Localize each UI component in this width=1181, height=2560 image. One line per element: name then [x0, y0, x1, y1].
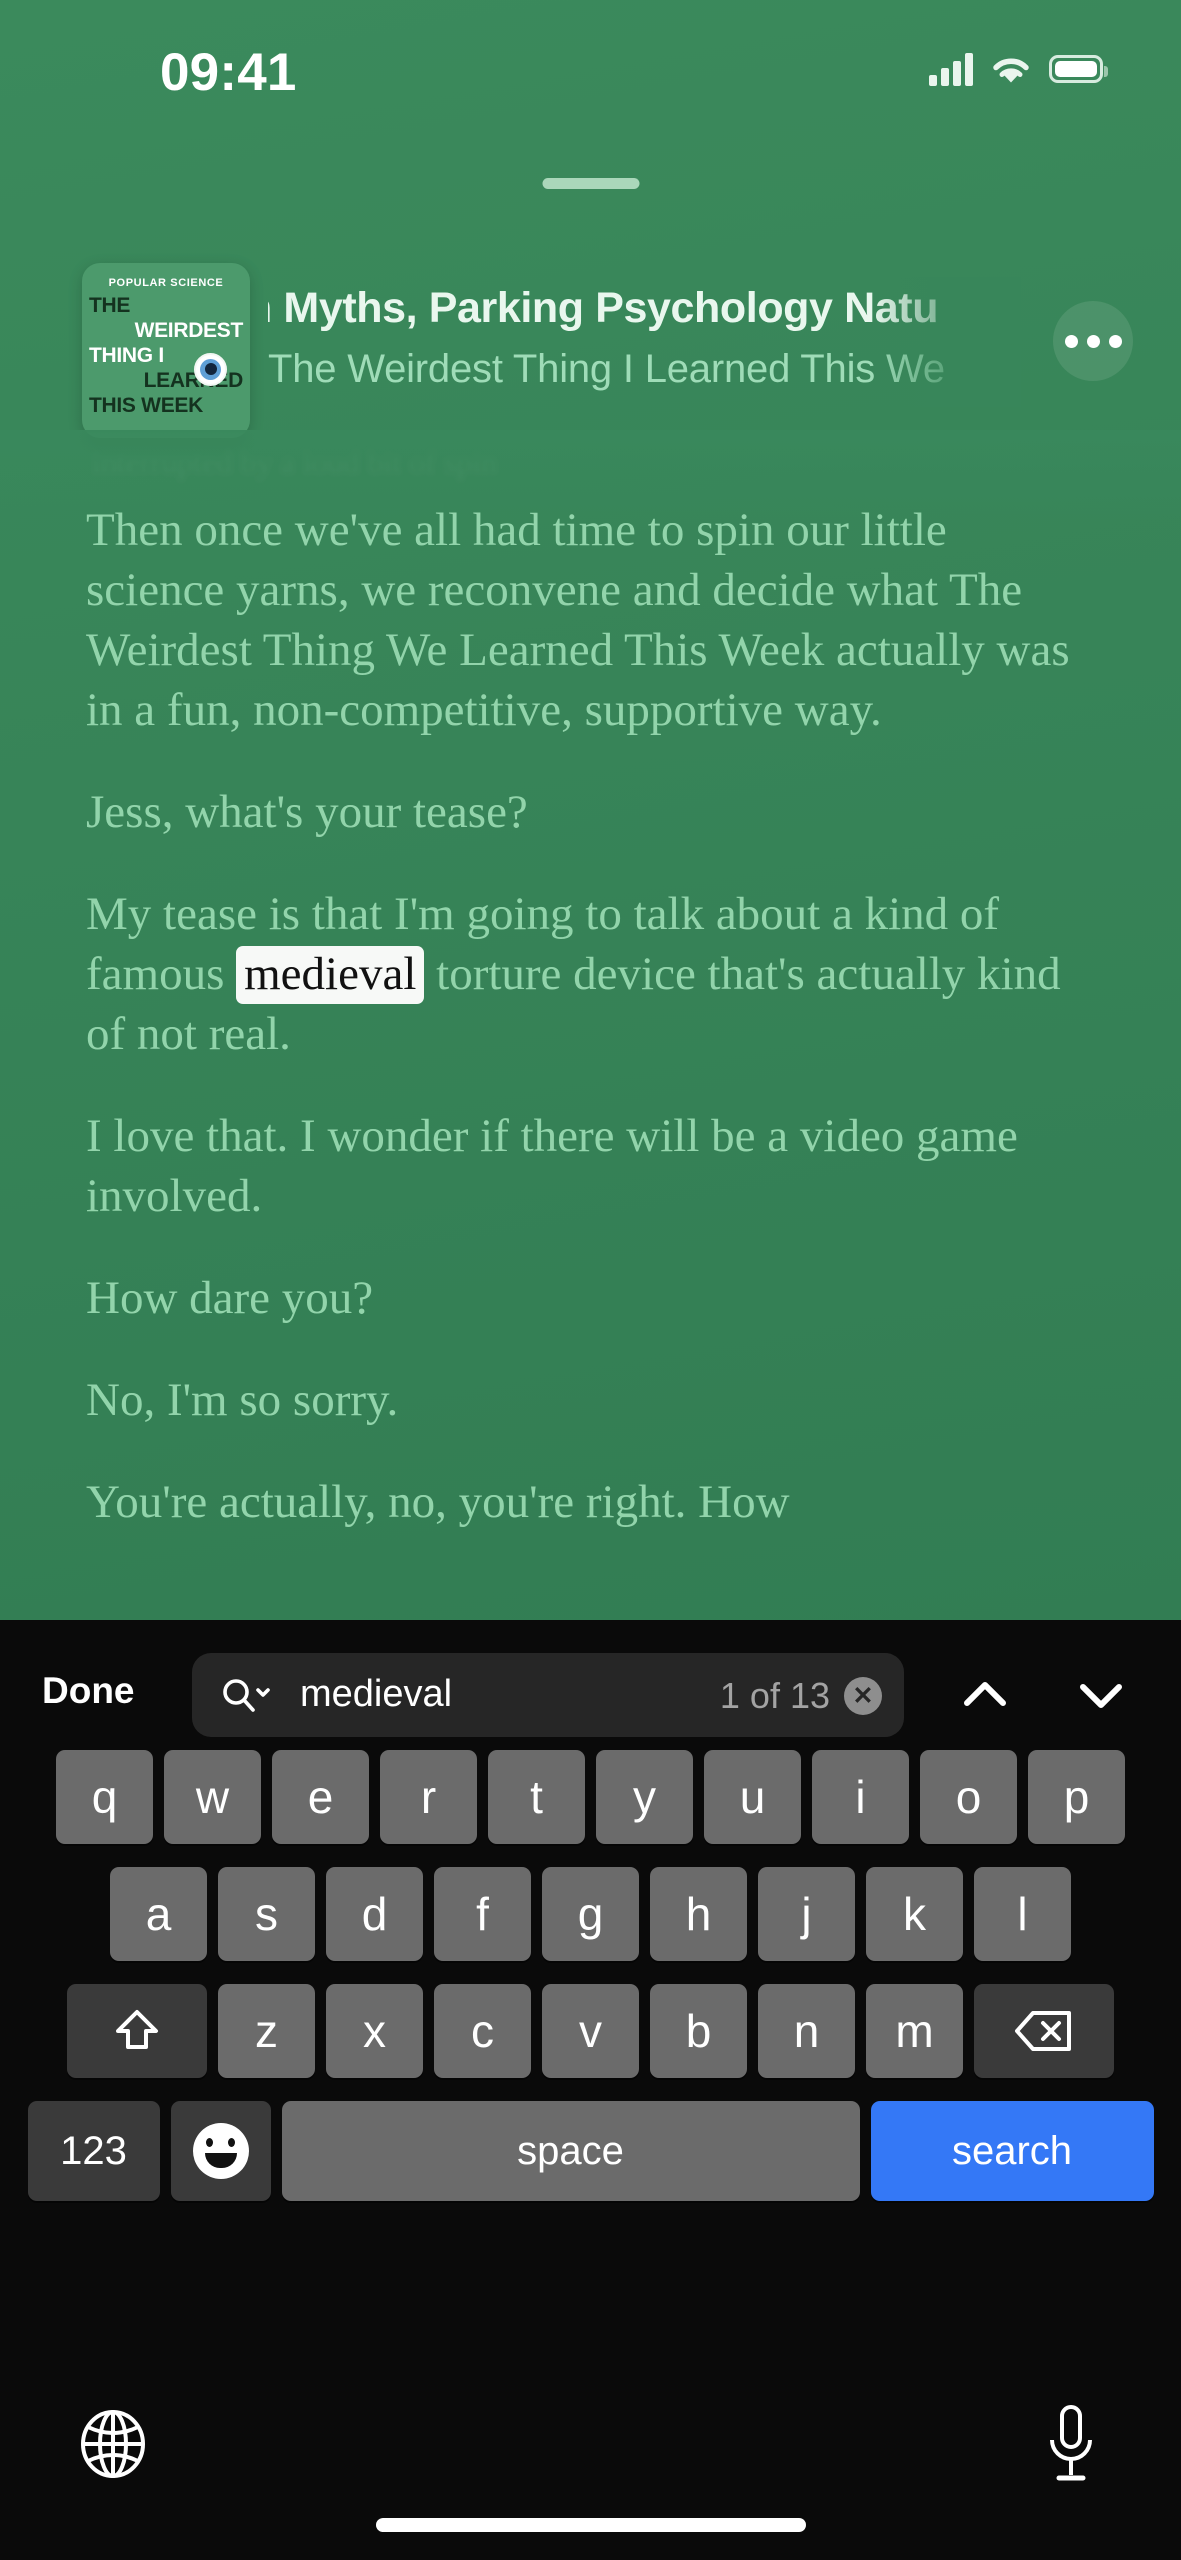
transcript-paragraph[interactable]: I love that. I wonder if there will be a…: [86, 1106, 1095, 1226]
search-field[interactable]: medieval 1 of 13 ✕: [192, 1653, 904, 1737]
key-p[interactable]: p: [1028, 1750, 1125, 1844]
status-bar-icons: [929, 52, 1108, 86]
transcript-body[interactable]: Then once we've all had time to spin our…: [0, 500, 1181, 1620]
transcript-text: Jess, what's your tease?: [86, 786, 528, 838]
keyboard-row-3: zxcvbnm: [0, 1984, 1181, 2078]
search-magnifier-chevron-icon[interactable]: [220, 1676, 272, 1716]
globe-language-icon[interactable]: [75, 2406, 151, 2482]
find-bar: Done medieval 1 of 13 ✕: [0, 1640, 1181, 1750]
key-d[interactable]: d: [326, 1867, 423, 1961]
transcript-text: No, I'm so sorry.: [86, 1374, 399, 1426]
key-u[interactable]: u: [704, 1750, 801, 1844]
key-m[interactable]: m: [866, 1984, 963, 2078]
key-l[interactable]: l: [974, 1867, 1071, 1961]
search-highlight: medieval: [236, 946, 425, 1004]
onscreen-keyboard: qwertyuiop asdfghjkl zxcvbnm 123 space s…: [0, 1750, 1181, 2224]
transcript-text: You're actually, no, you're right. How: [86, 1476, 790, 1528]
search-input[interactable]: medieval: [300, 1673, 452, 1716]
key-v[interactable]: v: [542, 1984, 639, 2078]
key-f[interactable]: f: [434, 1867, 531, 1961]
emoji-smiley-icon[interactable]: [170, 2101, 271, 2201]
key-h[interactable]: h: [650, 1867, 747, 1961]
key-t[interactable]: t: [488, 1750, 585, 1844]
key-r[interactable]: r: [380, 1750, 477, 1844]
faded-transcript-line: interrupted by a loud bit of spin: [92, 444, 498, 480]
key-a[interactable]: a: [110, 1867, 207, 1961]
key-i[interactable]: i: [812, 1750, 909, 1844]
keyboard-row-1: qwertyuiop: [0, 1750, 1181, 1844]
key-n[interactable]: n: [758, 1984, 855, 2078]
artwork-line-5: THIS WEEK: [89, 394, 203, 417]
delete-key[interactable]: [974, 1984, 1114, 2078]
key-z[interactable]: z: [218, 1984, 315, 2078]
numbers-key[interactable]: 123: [27, 2101, 160, 2201]
status-bar-clock: 09:41: [160, 43, 297, 102]
more-options-button[interactable]: [1053, 301, 1133, 381]
key-y[interactable]: y: [596, 1750, 693, 1844]
keyboard-region: Done medieval 1 of 13 ✕ q w e r t y u i …: [0, 1620, 1181, 2560]
more-dot-3: [1108, 334, 1122, 348]
key-s[interactable]: s: [218, 1867, 315, 1961]
keyboard-row-4: 123 space search: [0, 2101, 1181, 2201]
match-count-label: 1 of 13: [719, 1675, 830, 1716]
artwork-brand: POPULAR SCIENCE: [108, 277, 224, 289]
battery-icon: [1049, 55, 1108, 83]
status-bar: 09:41: [0, 0, 1181, 130]
key-o[interactable]: o: [920, 1750, 1017, 1844]
emoji-face: [192, 2123, 249, 2179]
key-k[interactable]: k: [866, 1867, 963, 1961]
artwork-line-1: THE: [89, 294, 131, 317]
podcast-text-block: n Myths, Parking Psychology Natu E The W…: [268, 277, 1021, 427]
home-indicator[interactable]: [375, 2518, 806, 2532]
transcript-paragraph[interactable]: No, I'm so sorry.: [86, 1370, 1095, 1430]
next-match-button[interactable]: [1064, 1658, 1138, 1732]
phone-screen: 09:41 POPULAR SCIENCE THE WEIRDEST THING…: [0, 0, 1181, 2560]
clear-x-icon[interactable]: ✕: [844, 1677, 882, 1715]
key-e[interactable]: e: [272, 1750, 369, 1844]
keyboard-bottom-bar: [0, 2380, 1181, 2560]
episode-title-row: n Myths, Parking Psychology Natu E: [268, 277, 1021, 343]
key-q[interactable]: q: [56, 1750, 153, 1844]
key-g[interactable]: g: [542, 1867, 639, 1961]
space-key[interactable]: space: [281, 2101, 860, 2201]
transcript-text: Then once we've all had time to spin our…: [86, 504, 1070, 736]
signal-bars-icon: [929, 52, 973, 86]
more-dot-1: [1064, 334, 1078, 348]
key-b[interactable]: b: [650, 1984, 747, 2078]
podcast-header: POPULAR SCIENCE THE WEIRDEST THING I LEA…: [0, 255, 1181, 445]
done-button[interactable]: Done: [42, 1670, 135, 1712]
key-w[interactable]: w: [164, 1750, 261, 1844]
transcript-text: I love that. I wonder if there will be a…: [86, 1110, 1018, 1222]
microphone-dictation-icon[interactable]: [1041, 2402, 1101, 2486]
eyeball-icon: [194, 353, 227, 386]
key-j[interactable]: j: [758, 1867, 855, 1961]
search-return-key[interactable]: search: [870, 2101, 1154, 2201]
episode-title: n Myths, Parking Psychology Natu: [268, 284, 939, 332]
show-title: The Weirdest Thing I Learned This We: [268, 347, 945, 391]
previous-match-button[interactable]: [948, 1658, 1022, 1732]
key-c[interactable]: c: [434, 1984, 531, 2078]
transcript-text: How dare you?: [86, 1272, 374, 1324]
artwork-line-2: WEIRDEST: [134, 319, 244, 342]
transcript-paragraph[interactable]: How dare you?: [86, 1268, 1095, 1328]
wifi-icon: [989, 52, 1033, 86]
transcript-paragraph[interactable]: Then once we've all had time to spin our…: [86, 500, 1095, 740]
key-x[interactable]: x: [326, 1984, 423, 2078]
podcast-artwork[interactable]: POPULAR SCIENCE THE WEIRDEST THING I LEA…: [82, 263, 250, 438]
transcript-paragraph[interactable]: You're actually, no, you're right. How: [86, 1472, 1095, 1532]
sheet-grabber[interactable]: [542, 178, 639, 189]
shift-key[interactable]: [67, 1984, 207, 2078]
transcript-paragraph[interactable]: My tease is that I'm going to talk about…: [86, 884, 1095, 1064]
transcript-paragraph[interactable]: Jess, what's your tease?: [86, 782, 1095, 842]
transcript-sheet: 09:41 POPULAR SCIENCE THE WEIRDEST THING…: [0, 0, 1181, 1620]
keyboard-row-2: asdfghjkl: [0, 1867, 1181, 1961]
more-dot-2: [1086, 334, 1100, 348]
